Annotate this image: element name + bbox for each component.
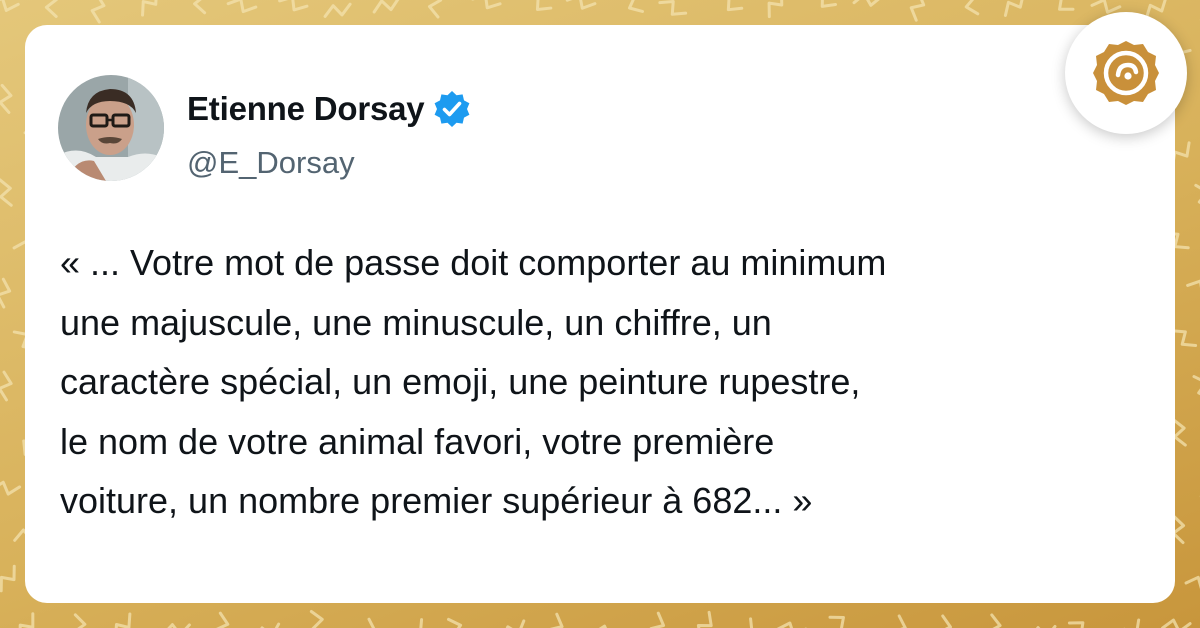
brand-logo-icon (1093, 41, 1159, 105)
background-zigzag-mark (1046, 0, 1075, 11)
background-zigzag-mark (649, 611, 666, 628)
author-name-row: Etienne Dorsay (187, 89, 472, 129)
author-avatar[interactable] (58, 75, 164, 181)
background-zigzag-mark (114, 612, 132, 628)
background-zigzag-mark (0, 277, 12, 309)
background-zigzag-mark (737, 617, 754, 628)
background-zigzag-mark (987, 613, 1002, 628)
author-name[interactable]: Etienne Dorsay (187, 90, 425, 128)
background-zigzag-mark (891, 614, 907, 628)
background-zigzag-mark (254, 622, 281, 628)
background-zigzag-mark (214, 611, 230, 628)
background-zigzag-mark (446, 617, 467, 628)
background-zigzag-mark (1192, 375, 1200, 401)
background-zigzag-mark (0, 480, 22, 496)
background-zigzag-mark (1003, 0, 1025, 17)
background-zigzag-mark (0, 178, 13, 207)
background-zigzag-mark (0, 564, 16, 593)
background-zigzag-mark (361, 617, 377, 628)
background-zigzag-mark (18, 612, 35, 628)
background-zigzag-mark (714, 0, 744, 12)
background-zigzag-mark (1199, 473, 1200, 498)
background-zigzag-mark (1161, 618, 1192, 628)
tweet-text: « ... Votre mot de passe doit comporter … (60, 242, 887, 521)
background-zigzag-mark (523, 0, 553, 11)
background-zigzag-mark (405, 618, 424, 628)
background-zigzag-mark (278, 0, 309, 12)
background-zigzag-mark (620, 0, 644, 13)
tweet-card: Etienne Dorsay @E_Dorsay « ... Votre mot… (25, 25, 1175, 603)
background-zigzag-mark (501, 619, 526, 628)
background-zigzag-mark (471, 0, 502, 10)
background-zigzag-mark (1172, 418, 1187, 447)
background-zigzag-mark (0, 0, 20, 12)
background-zigzag-mark (961, 0, 980, 16)
background-zigzag-mark (0, 83, 13, 114)
background-zigzag-mark (309, 609, 326, 628)
background-zigzag-mark (1120, 618, 1141, 628)
background-zigzag-mark (565, 0, 597, 10)
background-zigzag-mark (909, 0, 926, 22)
author-handle[interactable]: @E_Dorsay (187, 145, 355, 181)
background-zigzag-mark (90, 0, 106, 24)
background-zigzag-mark (141, 0, 158, 17)
background-zigzag-mark (696, 610, 713, 628)
background-zigzag-mark (1067, 621, 1096, 628)
background-zigzag-mark (767, 0, 784, 19)
background-zigzag-mark (193, 0, 207, 15)
background-zigzag-mark (1184, 575, 1200, 592)
background-zigzag-mark (548, 612, 564, 628)
background-zigzag-mark (427, 0, 443, 19)
background-zigzag-mark (161, 623, 191, 628)
verified-badge-icon (435, 91, 470, 127)
background-zigzag-mark (591, 624, 623, 628)
background-zigzag-mark (226, 0, 258, 14)
background-zigzag-mark (658, 0, 688, 16)
brand-badge (1065, 12, 1187, 134)
background-zigzag-mark (852, 0, 883, 7)
background-zigzag-mark (1170, 329, 1198, 347)
background-zigzag-mark (44, 0, 58, 19)
background-zigzag-mark (828, 615, 857, 628)
background-zigzag-mark (372, 0, 401, 14)
background-zigzag-mark (0, 370, 13, 402)
background-zigzag-mark (323, 2, 352, 18)
background-zigzag-mark (1186, 279, 1200, 296)
background-zigzag-mark (937, 614, 952, 628)
background-zigzag-mark (72, 613, 87, 628)
background-zigzag-mark (776, 621, 808, 628)
background-zigzag-mark (807, 0, 838, 8)
background-zigzag-mark (1194, 183, 1200, 211)
